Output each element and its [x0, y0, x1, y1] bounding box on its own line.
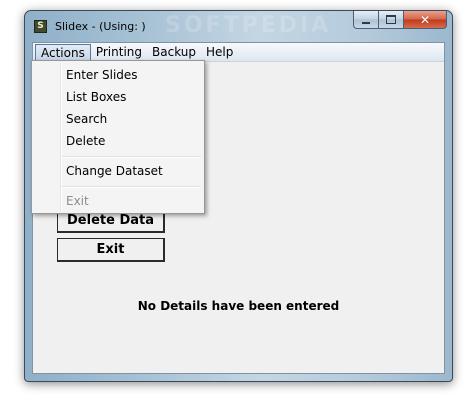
actions-dropdown-menu: Enter Slides List Boxes Search Delete Ch… [31, 60, 205, 214]
menu-item-change-dataset[interactable]: Change Dataset [66, 164, 163, 178]
menu-item-delete[interactable]: Delete [66, 134, 105, 148]
slidex-app-icon[interactable]: S [34, 20, 47, 33]
minimize-icon [362, 21, 370, 24]
status-message: No Details have been entered [137, 299, 340, 313]
menu-backup[interactable]: Backup [147, 44, 201, 61]
menu-separator [62, 186, 201, 188]
menu-separator [62, 156, 201, 158]
title-bar[interactable]: SOFTPEDIA S Slidex - (Using: ) ✕ [25, 11, 452, 42]
menu-help[interactable]: Help [201, 44, 238, 61]
close-icon: ✕ [419, 12, 431, 27]
menu-actions[interactable]: Actions [35, 43, 91, 61]
exit-button[interactable]: Exit [57, 238, 165, 262]
menu-item-enter-slides[interactable]: Enter Slides [66, 68, 138, 82]
minimize-button[interactable] [353, 11, 379, 29]
window-title: Slidex - (Using: ) [55, 20, 146, 33]
maximize-icon [386, 15, 396, 24]
window-controls: ✕ [353, 11, 447, 30]
watermark: SOFTPEDIA [165, 13, 332, 38]
menu-item-search[interactable]: Search [66, 112, 107, 126]
menu-printing[interactable]: Printing [91, 44, 147, 61]
menu-item-list-boxes[interactable]: List Boxes [66, 90, 126, 104]
maximize-button[interactable] [379, 11, 404, 29]
close-button[interactable]: ✕ [404, 11, 447, 29]
menu-item-exit: Exit [66, 194, 89, 208]
